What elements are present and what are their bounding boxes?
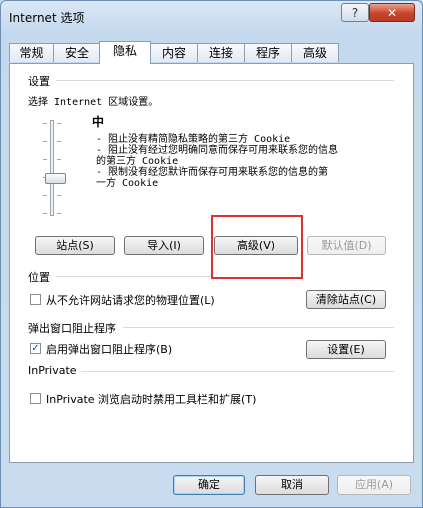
clear-sites-button[interactable]: 清除站点(C) (306, 290, 386, 309)
location-section-label: 位置 (28, 271, 50, 284)
inprivate-checkbox[interactable] (30, 393, 41, 404)
tab-bar: 常规 安全 隐私 内容 连接 程序 高级 (9, 41, 419, 64)
privacy-level-name: 中 (92, 115, 105, 129)
ok-button[interactable]: 确定 (173, 475, 245, 495)
slider-tick (57, 123, 61, 124)
apply-button[interactable]: 应用(A) (337, 475, 411, 495)
slider-tick (57, 159, 61, 160)
inprivate-checkbox-label[interactable]: InPrivate 浏览启动时禁用工具栏和扩展(T) (46, 391, 256, 407)
inprivate-section-label: InPrivate (28, 364, 77, 377)
privacy-level-slider-track[interactable] (50, 120, 54, 216)
location-divider (56, 276, 210, 277)
settings-section-label: 设置 (28, 75, 50, 88)
default-button[interactable]: 默认值(D) (307, 236, 386, 255)
popup-settings-button[interactable]: 设置(E) (306, 340, 386, 359)
slider-tick (43, 213, 47, 214)
window-title: Internet 选项 (9, 11, 85, 25)
privacy-level-slider-thumb[interactable] (45, 173, 66, 184)
import-button[interactable]: 导入(I) (124, 236, 204, 255)
help-button[interactable]: ? (341, 3, 369, 22)
popup-checkbox-label[interactable]: 启用弹出窗口阻止程序(B) (46, 341, 172, 357)
internet-options-window: Internet 选项 ? ✕ 常规 安全 隐私 内容 连接 程序 高级 设置 … (0, 0, 423, 508)
tab-security[interactable]: 安全 (53, 43, 101, 62)
sites-button[interactable]: 站点(S) (35, 236, 115, 255)
description-line: - 限制没有经您默许而保存可用来联系您的信息的第 (96, 167, 329, 178)
slider-tick (57, 213, 61, 214)
description-line: 一方 Cookie (96, 178, 159, 189)
popup-section-label: 弹出窗口阻止程序 (28, 322, 116, 335)
inprivate-divider (81, 371, 394, 372)
description-line: 的第三方 Cookie (96, 156, 179, 167)
popup-divider (123, 327, 394, 328)
description-line: - 阻止没有精简隐私策略的第三方 Cookie (96, 134, 291, 145)
location-checkbox[interactable] (30, 294, 41, 305)
cancel-button[interactable]: 取消 (255, 475, 329, 495)
popup-checkbox[interactable]: ✓ (30, 343, 41, 354)
slider-tick (43, 159, 47, 160)
close-button[interactable]: ✕ (369, 3, 415, 22)
tab-programs[interactable]: 程序 (244, 43, 292, 62)
slider-tick (57, 141, 61, 142)
settings-divider (56, 80, 394, 81)
zone-instruction: 选择 Internet 区域设置。 (28, 97, 159, 108)
location-checkbox-label[interactable]: 从不允许网站请求您的物理位置(L) (46, 292, 215, 308)
tab-privacy[interactable]: 隐私 (99, 41, 151, 64)
privacy-level-description: - 阻止没有精简隐私策略的第三方 Cookie - 阻止没有经过您明确同意而保存… (96, 134, 381, 189)
slider-tick (43, 123, 47, 124)
description-line: - 阻止没有经过您明确同意而保存可用来联系您的信息 (96, 145, 339, 156)
tab-general[interactable]: 常规 (9, 43, 54, 62)
check-icon: ✓ (31, 343, 40, 354)
slider-tick (43, 141, 47, 142)
title-bar[interactable]: Internet 选项 ? ✕ (1, 1, 422, 33)
tab-connections[interactable]: 连接 (197, 43, 245, 62)
tab-advanced[interactable]: 高级 (291, 43, 339, 62)
tab-content[interactable]: 内容 (150, 43, 198, 62)
slider-tick (57, 195, 61, 196)
slider-tick (43, 195, 47, 196)
highlight-box (211, 215, 303, 279)
